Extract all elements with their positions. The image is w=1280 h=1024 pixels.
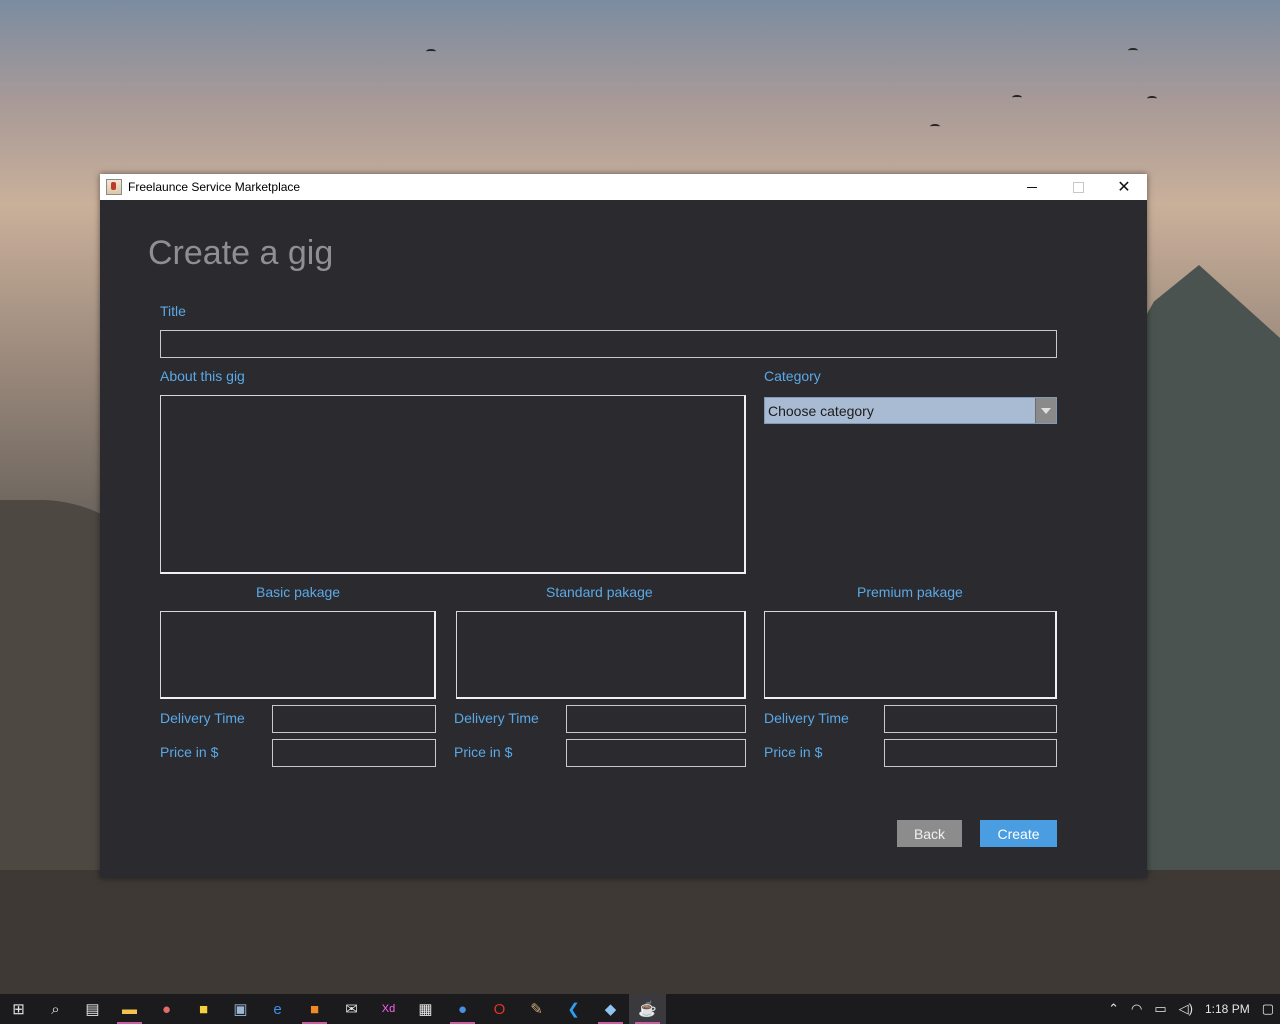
category-selected-value: Choose category (768, 402, 874, 419)
volume-icon[interactable]: ◁) (1179, 1001, 1193, 1017)
close-button[interactable]: ✕ (1101, 174, 1147, 200)
windows-start-icon[interactable]: ⊞ (0, 994, 37, 1024)
notifications-icon[interactable]: ▢ (1262, 1001, 1274, 1017)
standard-package-label: Standard pakage (546, 584, 653, 600)
basic-price-label: Price in $ (160, 744, 219, 760)
premium-package-textarea[interactable] (764, 611, 1057, 699)
about-label: About this gig (160, 368, 245, 384)
basic-package-label: Basic pakage (256, 584, 341, 600)
title-input[interactable] (160, 330, 1057, 358)
title-label: Title (160, 303, 186, 319)
mail-icon[interactable]: ✉ (333, 994, 370, 1024)
wifi-icon[interactable]: ◠ (1131, 1001, 1142, 1017)
premium-price-label: Price in $ (764, 744, 823, 760)
java-app-icon[interactable]: ☕ (629, 994, 666, 1024)
firefox-icon[interactable]: ● (444, 994, 481, 1024)
task-view-icon[interactable]: ▤ (74, 994, 111, 1024)
standard-price-label: Price in $ (454, 744, 513, 760)
page-title: Create a gig (148, 234, 334, 272)
paint-icon[interactable]: ● (148, 994, 185, 1024)
premium-price-input[interactable] (884, 739, 1057, 767)
bird-icon (426, 49, 436, 54)
bird-icon (1147, 96, 1157, 101)
premium-delivery-label: Delivery Time (764, 710, 849, 726)
edge-icon[interactable]: e (259, 994, 296, 1024)
about-textarea[interactable] (160, 395, 746, 574)
taskbar: ⊞ ⌕ ▤ ▬ ● ■ ▣ e ■ ✉ Xd ▦ ● O ✎ ❮ ◆ ☕ ⌃ ◠… (0, 994, 1280, 1024)
chevron-up-icon[interactable]: ⌃ (1108, 1001, 1119, 1017)
wallpaper-ground (0, 870, 1280, 995)
standard-package-textarea[interactable] (456, 611, 746, 699)
opera-icon[interactable]: O (481, 994, 518, 1024)
sticky-notes-icon[interactable]: ■ (185, 994, 222, 1024)
java-app-icon (106, 179, 122, 195)
category-label: Category (764, 368, 821, 384)
system-tray: ⌃ ◠ ▭ ◁) 1:18 PM ▢ (1102, 994, 1280, 1024)
window-title: Freelaunce Service Marketplace (128, 180, 301, 194)
basic-delivery-input[interactable] (272, 705, 436, 733)
paint-brush-icon[interactable]: ✎ (518, 994, 555, 1024)
chevron-down-icon[interactable] (1035, 398, 1056, 423)
vscode-icon[interactable]: ❮ (555, 994, 592, 1024)
window-titlebar[interactable]: Freelaunce Service Marketplace ✕ (100, 174, 1147, 200)
standard-delivery-label: Delivery Time (454, 710, 539, 726)
clock[interactable]: 1:18 PM (1205, 1002, 1250, 1016)
minimize-button[interactable] (1009, 174, 1055, 200)
bird-icon (930, 124, 940, 129)
create-button[interactable]: Create (980, 820, 1057, 847)
virtualbox-icon[interactable]: ◆ (592, 994, 629, 1024)
basic-package-textarea[interactable] (160, 611, 436, 699)
adobe-xd-icon[interactable]: Xd (370, 994, 407, 1024)
photos-icon[interactable]: ▣ (222, 994, 259, 1024)
app-window: Freelaunce Service Marketplace ✕ Create … (100, 174, 1147, 878)
file-explorer-icon[interactable]: ▬ (111, 994, 148, 1024)
category-dropdown[interactable]: Choose category (764, 397, 1057, 424)
premium-delivery-input[interactable] (884, 705, 1057, 733)
bird-icon (1128, 48, 1138, 53)
basic-delivery-label: Delivery Time (160, 710, 245, 726)
store-icon[interactable]: ▦ (407, 994, 444, 1024)
basic-price-input[interactable] (272, 739, 436, 767)
standard-delivery-input[interactable] (566, 705, 746, 733)
maximize-button[interactable] (1055, 174, 1101, 200)
bird-icon (1012, 95, 1022, 100)
standard-price-input[interactable] (566, 739, 746, 767)
create-gig-form: Create a gig Title About this gig Catego… (100, 200, 1147, 878)
back-button[interactable]: Back (897, 820, 962, 847)
xampp-icon[interactable]: ■ (296, 994, 333, 1024)
search-icon[interactable]: ⌕ (37, 994, 74, 1024)
battery-icon[interactable]: ▭ (1154, 1001, 1166, 1017)
premium-package-label: Premium pakage (857, 584, 963, 600)
